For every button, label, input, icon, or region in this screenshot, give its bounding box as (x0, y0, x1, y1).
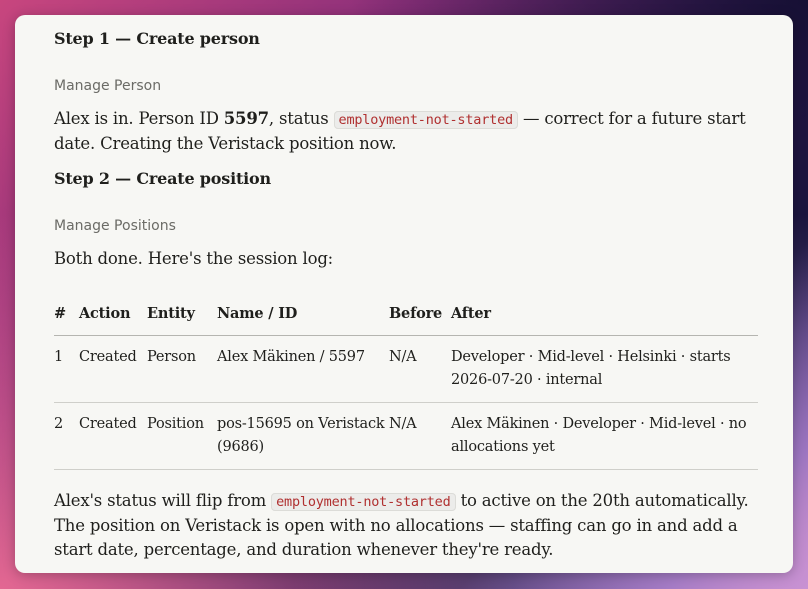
para1-mid: , status (268, 109, 334, 128)
para1-prefix: Alex is in. Person ID (54, 109, 224, 128)
col-header-name-id: Name / ID (217, 291, 389, 336)
status-summary-paragraph: Alex's status will flip from employment-… (54, 489, 758, 562)
cell-action: Created (79, 335, 147, 403)
session-log-table: # Action Entity Name / ID Before After 1… (54, 291, 758, 470)
cell-name-id: pos-15695 on Veristack (9686) (217, 402, 389, 470)
person-created-paragraph: Alex is in. Person ID 5597, status emplo… (54, 107, 758, 156)
cell-number: 1 (54, 335, 79, 403)
session-log-intro: Both done. Here's the session log: (54, 249, 334, 268)
cell-before: N/A (389, 402, 451, 470)
col-header-entity: Entity (147, 291, 217, 336)
cell-after: Developer · Mid-level · Helsinki · start… (451, 335, 758, 403)
cell-entity: Position (147, 402, 217, 470)
cell-name-id: Alex Mäkinen / 5597 (217, 335, 389, 403)
person-id: 5597 (223, 109, 269, 128)
cell-entity: Person (147, 335, 217, 403)
cell-action: Created (79, 402, 147, 470)
col-header-number: # (54, 291, 79, 336)
chat-message-card: Step 1 — Create person Manage Person Ale… (15, 15, 793, 573)
para3-prefix: Alex's status will flip from (54, 491, 272, 510)
table-header-row: # Action Entity Name / ID Before After (54, 291, 758, 336)
cell-number: 2 (54, 402, 79, 470)
table-row: 2 Created Position pos-15695 on Veristac… (54, 402, 758, 470)
step-1-heading: Step 1 — Create person (54, 29, 260, 48)
tool-call-manage-positions[interactable]: Manage Positions (54, 218, 176, 234)
tool-call-manage-person[interactable]: Manage Person (54, 78, 161, 94)
status-code: employment-not-started (271, 493, 456, 511)
cell-after: Alex Mäkinen · Developer · Mid-level · n… (451, 402, 758, 470)
col-header-action: Action (79, 291, 147, 336)
step-2-heading: Step 2 — Create position (54, 169, 271, 188)
table-row: 1 Created Person Alex Mäkinen / 5597 N/A… (54, 335, 758, 403)
col-header-before: Before (389, 291, 451, 336)
status-code: employment-not-started (333, 111, 518, 129)
cell-before: N/A (389, 335, 451, 403)
col-header-after: After (451, 291, 758, 336)
